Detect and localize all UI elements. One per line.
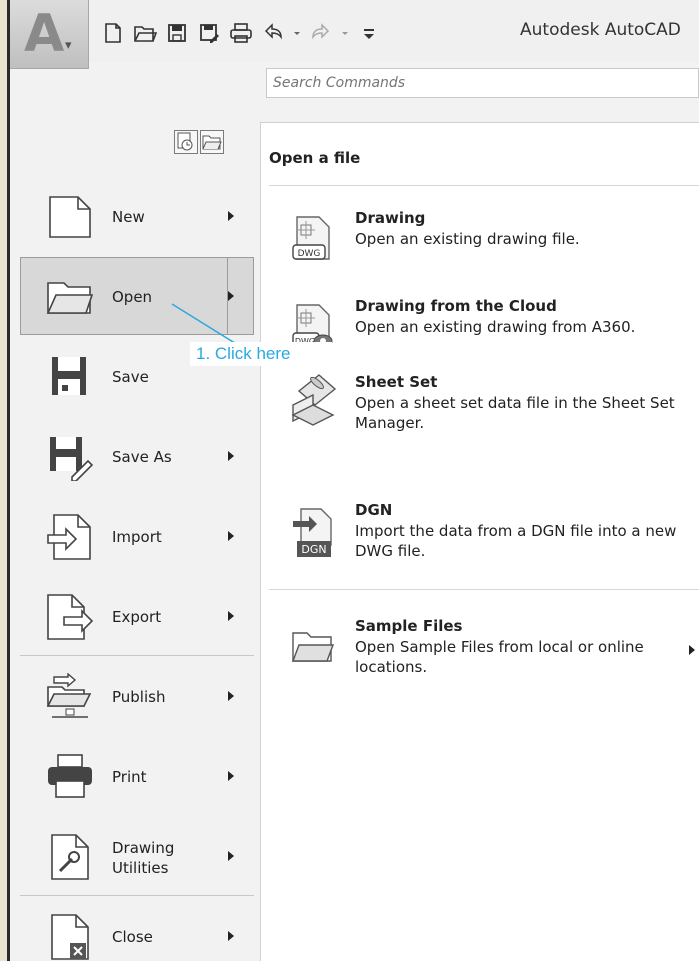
wrench-icon (46, 833, 94, 881)
menu-divider (20, 655, 254, 656)
redo-dropdown-icon[interactable] (340, 20, 350, 46)
open-folder-icon[interactable] (132, 20, 158, 46)
export-icon (46, 593, 94, 641)
submenu-arrow-icon[interactable] (689, 645, 695, 655)
submenu-arrow-icon[interactable] (228, 291, 234, 301)
menu-item-label: Save As (112, 448, 172, 466)
item-title: Sample Files (355, 617, 463, 635)
submenu-arrow-icon[interactable] (228, 771, 234, 781)
import-dgn-item[interactable]: DGN DGN Import the data from a DGN file … (261, 501, 699, 587)
item-description: Open Sample Files from local or online l… (355, 638, 644, 676)
menu-item-label: New (112, 208, 145, 226)
menu-item-label: Publish (112, 688, 166, 706)
new-file-icon (46, 193, 94, 241)
open-file-panel: Open a file DWG Drawing Open an existing… (260, 122, 699, 961)
item-title: Drawing (355, 209, 426, 227)
dwg-file-icon: DWG (291, 215, 335, 263)
sheet-set-icon (291, 371, 337, 426)
menu-item-publish[interactable]: Publish (10, 656, 254, 736)
window-title: Autodesk AutoCAD (520, 20, 681, 40)
menu-item-label: Save (112, 368, 149, 386)
submenu-arrow-icon[interactable] (228, 531, 234, 541)
open-documents-icon[interactable] (200, 130, 224, 154)
label-line-2: Utilities (112, 859, 169, 877)
search-commands-field[interactable] (266, 68, 699, 98)
menu-item-drawing-utilities[interactable]: Drawing Utilities (10, 816, 254, 896)
menu-item-label: Drawing Utilities (112, 838, 174, 878)
import-icon (46, 513, 94, 561)
item-description: Import the data from a DGN file into a n… (355, 522, 677, 560)
open-folder-icon (46, 273, 94, 321)
panel-divider (269, 589, 699, 590)
menu-item-close[interactable]: Close (10, 896, 254, 961)
item-title: Sheet Set (355, 373, 438, 391)
print-icon[interactable] (228, 20, 254, 46)
submenu-arrow-icon[interactable] (228, 851, 234, 861)
save-as-icon (46, 433, 94, 482)
annotation-callout: 1. Click here (190, 342, 332, 366)
svg-text:DWG: DWG (298, 249, 321, 259)
undo-icon[interactable] (260, 20, 286, 46)
sample-files-item[interactable]: Sample Files Open Sample Files from loca… (261, 617, 699, 703)
redo-icon[interactable] (308, 20, 334, 46)
menu-item-label: Import (112, 528, 162, 546)
submenu-arrow-icon[interactable] (228, 611, 234, 621)
menu-item-import[interactable]: Import (10, 496, 254, 576)
dgn-import-icon: DGN (291, 507, 335, 557)
menu-item-export[interactable]: Export (10, 576, 254, 656)
open-drawing-item[interactable]: DWG Drawing Open an existing drawing fil… (261, 209, 699, 295)
application-menu-button[interactable]: A ▾ (10, 0, 89, 69)
undo-dropdown-icon[interactable] (292, 20, 302, 46)
panel-heading: Open a file (269, 149, 361, 167)
svg-text:DGN: DGN (301, 543, 326, 556)
menu-item-new[interactable]: New (10, 176, 254, 256)
menu-item-open[interactable]: Open (10, 256, 254, 336)
item-title: Drawing from the Cloud (355, 297, 557, 315)
save-icon (46, 353, 94, 401)
close-file-icon (46, 913, 94, 961)
folder-icon (291, 623, 335, 671)
save-as-icon[interactable] (196, 20, 222, 46)
menu-item-label: Open (112, 288, 153, 306)
submenu-arrow-icon[interactable] (228, 211, 234, 221)
customize-toolbar-icon[interactable] (356, 20, 382, 46)
save-icon[interactable] (164, 20, 190, 46)
autocad-logo: A (24, 4, 65, 64)
print-icon (46, 753, 94, 801)
item-description: Open an existing drawing from A360. (355, 318, 636, 336)
menu-item-save-as[interactable]: Save As (10, 416, 254, 496)
item-title: DGN (355, 501, 393, 519)
quick-access-toolbar (100, 18, 382, 48)
publish-icon (46, 672, 94, 721)
submenu-arrow-icon[interactable] (228, 931, 234, 941)
menu-item-label: Close (112, 928, 153, 946)
item-description: Open a sheet set data file in the Sheet … (355, 394, 675, 432)
chevron-down-icon: ▾ (65, 38, 72, 53)
menu-item-label: Print (112, 768, 147, 786)
menu-divider (20, 895, 254, 896)
item-description: Open an existing drawing file. (355, 230, 580, 248)
search-input[interactable] (267, 69, 699, 97)
new-file-icon[interactable] (100, 20, 126, 46)
submenu-arrow-icon[interactable] (228, 451, 234, 461)
title-bar: A ▾ Autodesk AutoCAD (10, 0, 699, 69)
application-menu: New Open Save Save As Import Export Publ… (10, 176, 254, 961)
menu-item-print[interactable]: Print (10, 736, 254, 816)
open-sheet-set-item[interactable]: Sheet Set Open a sheet set data file in … (261, 373, 699, 459)
submenu-arrow-icon[interactable] (228, 691, 234, 701)
label-line-1: Drawing (112, 839, 175, 857)
menu-item-label: Export (112, 608, 162, 626)
panel-divider (269, 185, 699, 186)
application-window: A ▾ Autodesk AutoCAD Search Commands New… (10, 0, 699, 961)
recent-documents-icon[interactable] (174, 130, 198, 154)
